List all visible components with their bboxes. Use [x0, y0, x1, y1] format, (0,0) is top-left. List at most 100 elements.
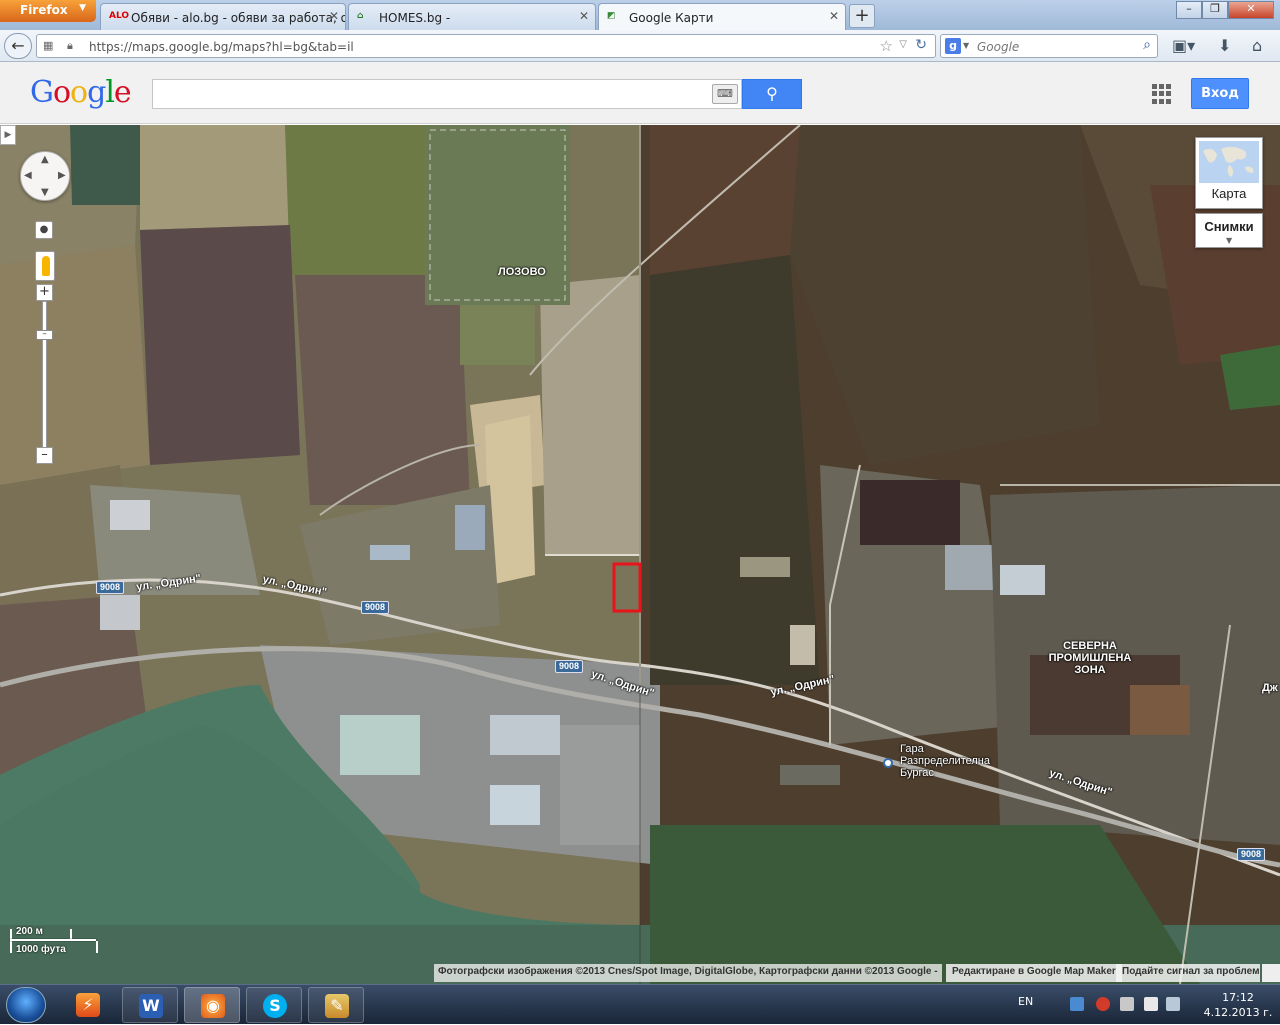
- map-type-satellite-label: Снимки: [1204, 219, 1254, 234]
- pan-control[interactable]: ▲ ▼ ◀ ▶: [20, 151, 70, 201]
- close-icon[interactable]: ✕: [579, 9, 589, 23]
- close-icon[interactable]: ✕: [329, 9, 339, 23]
- tab-google-maps[interactable]: ◩ Google Карти ✕: [598, 3, 846, 30]
- volume-icon[interactable]: [1166, 997, 1180, 1011]
- industrial-zone-label: СЕВЕРНА ПРОМИШЛЕНА ЗОНА: [1048, 640, 1132, 676]
- logo-letter: o: [52, 75, 71, 110]
- taskbar-app-active[interactable]: ◉: [184, 987, 240, 1023]
- satellite-map[interactable]: ЛОЗОВО ул. „Одрин" ул. „Одрин" ул. „Одри…: [0, 125, 1280, 984]
- flag-icon[interactable]: [1144, 997, 1158, 1011]
- apps-grid-icon[interactable]: [1152, 84, 1172, 104]
- google-engine-icon[interactable]: g: [945, 38, 961, 54]
- clock-date: 4.12.2013 г.: [1203, 1006, 1273, 1019]
- zoom-slider-handle[interactable]: –: [36, 330, 53, 340]
- chevron-down-icon[interactable]: ▼: [963, 41, 969, 50]
- side-panel-toggle[interactable]: ▶: [0, 125, 16, 145]
- keyboard-icon[interactable]: ⌨: [712, 84, 738, 104]
- firefox-icon: ◉: [201, 994, 225, 1018]
- tab-label: HOMES.bg -: [379, 11, 451, 25]
- paint-icon: ✎: [325, 994, 349, 1018]
- lock-icon: 🔒︎: [67, 39, 73, 52]
- google-logo[interactable]: Google: [30, 75, 132, 110]
- site-identity-icon: ▦: [43, 39, 54, 52]
- map-type-satellite-button[interactable]: Снимки ▼: [1195, 213, 1263, 248]
- tab-alo[interactable]: ALO Обяви - alo.bg - обяви за работа, об…: [100, 3, 346, 30]
- report-problem-link[interactable]: Подайте сигнал за проблем: [1116, 964, 1260, 982]
- new-tab-button[interactable]: +: [849, 4, 875, 28]
- clock-time: 17:12: [1222, 991, 1254, 1004]
- search-icon[interactable]: ⌕: [1143, 37, 1151, 53]
- scale-metric-label: 200 м: [16, 926, 43, 937]
- taskbar-app[interactable]: ✎: [308, 987, 364, 1023]
- window-close-button[interactable]: ✕: [1228, 1, 1274, 19]
- road-shield: 9008: [361, 601, 390, 614]
- search-placeholder: Google: [977, 40, 1020, 54]
- url-bar[interactable]: ▦ 🔒︎ https://maps.google.bg/maps?hl=bg&t…: [36, 34, 936, 58]
- satellite-imagery: [0, 125, 1280, 984]
- firefox-menu-label: Firefox: [20, 3, 68, 17]
- restore-button[interactable]: ❐: [1202, 1, 1228, 19]
- browser-titlebar: Firefox ▼ ALO Обяви - alo.bg - обяви за р…: [0, 0, 1280, 30]
- history-dropdown-icon[interactable]: ▽: [899, 39, 907, 50]
- taskbar-app[interactable]: W: [122, 987, 178, 1023]
- back-arrow-icon: ←: [11, 36, 25, 55]
- reset-view-button[interactable]: ●: [35, 221, 53, 239]
- taskbar: ⚡ W ◉ S ✎ EN 17:12 4.12.2013 г.: [0, 984, 1280, 1024]
- pan-down-icon[interactable]: ▼: [41, 187, 49, 198]
- zoom-slider-track[interactable]: [42, 301, 47, 451]
- caret-down-icon[interactable]: ▼: [1226, 236, 1232, 245]
- firefox-icon: ⚡: [76, 993, 100, 1017]
- antivirus-icon[interactable]: [1096, 997, 1110, 1011]
- maps-search-input[interactable]: [152, 79, 742, 109]
- bookmarks-menu-icon[interactable]: ▣▾: [1172, 36, 1195, 55]
- tab-homes[interactable]: ⌂ HOMES.bg - ✕: [348, 3, 596, 30]
- language-indicator[interactable]: EN: [1018, 995, 1033, 1008]
- scale-bar: 200 м 1000 фута: [8, 925, 100, 959]
- bookmark-star-icon[interactable]: ☆: [880, 37, 893, 55]
- clock[interactable]: 17:12 4.12.2013 г.: [1203, 990, 1273, 1020]
- chevron-down-icon: ▼: [79, 3, 86, 13]
- network-icon[interactable]: [1070, 997, 1084, 1011]
- tab-label: Обяви - alo.bg - обяви за работа, об...: [131, 11, 346, 25]
- google-header: Google ⌨ ⚲ Вход: [0, 62, 1280, 124]
- road-shield: 9008: [555, 660, 584, 673]
- minimize-button[interactable]: –: [1176, 1, 1202, 19]
- word-icon: W: [139, 994, 163, 1018]
- resize-handle-icon[interactable]: [1262, 964, 1280, 982]
- firefox-menu-button[interactable]: Firefox ▼: [0, 0, 96, 22]
- taskbar-app[interactable]: S: [246, 987, 302, 1023]
- zoom-in-button[interactable]: +: [36, 284, 53, 301]
- reload-icon[interactable]: ↻: [915, 37, 927, 53]
- road-shield: 9008: [1237, 848, 1266, 861]
- tab-label: Google Карти: [629, 11, 714, 25]
- back-button[interactable]: ←: [4, 33, 32, 59]
- road-shield: 9008: [96, 581, 125, 594]
- logo-letter: g: [87, 75, 106, 110]
- skype-icon: S: [263, 994, 287, 1018]
- street-view-pegman-icon[interactable]: [35, 251, 55, 281]
- world-map-thumbnail: [1199, 141, 1259, 183]
- search-button[interactable]: ⚲: [742, 79, 802, 109]
- pan-left-icon[interactable]: ◀: [24, 170, 32, 181]
- download-icon[interactable]: ⬇: [1218, 36, 1231, 55]
- monitor-icon[interactable]: [1120, 997, 1134, 1011]
- map-type-map-button[interactable]: Карта: [1195, 137, 1263, 209]
- logo-letter: G: [30, 75, 54, 110]
- home-icon[interactable]: ⌂: [1252, 36, 1262, 55]
- street-label-edge: Дж: [1262, 682, 1278, 694]
- station-label[interactable]: Гара Разпределителна Бургас: [900, 743, 1000, 779]
- zoom-out-button[interactable]: –: [36, 447, 53, 464]
- attribution-text: Фотографски изображения ©2013 Cnes/Spot …: [434, 964, 942, 982]
- taskbar-app[interactable]: ⚡: [60, 987, 116, 1023]
- start-button[interactable]: [6, 987, 46, 1023]
- map-maker-link[interactable]: Редактиране в Google Map Maker: [946, 964, 1122, 982]
- pan-right-icon[interactable]: ▶: [58, 170, 66, 181]
- signin-button[interactable]: Вход: [1191, 78, 1249, 109]
- close-icon[interactable]: ✕: [829, 9, 839, 23]
- pan-up-icon[interactable]: ▲: [41, 154, 49, 165]
- logo-letter: e: [113, 75, 132, 110]
- logo-letter: o: [70, 75, 88, 110]
- search-bar[interactable]: g ▼ Google ⌕: [940, 34, 1158, 58]
- url-text[interactable]: https://maps.google.bg/maps?hl=bg&tab=il: [89, 40, 354, 54]
- map-type-map-label: Карта: [1211, 186, 1247, 201]
